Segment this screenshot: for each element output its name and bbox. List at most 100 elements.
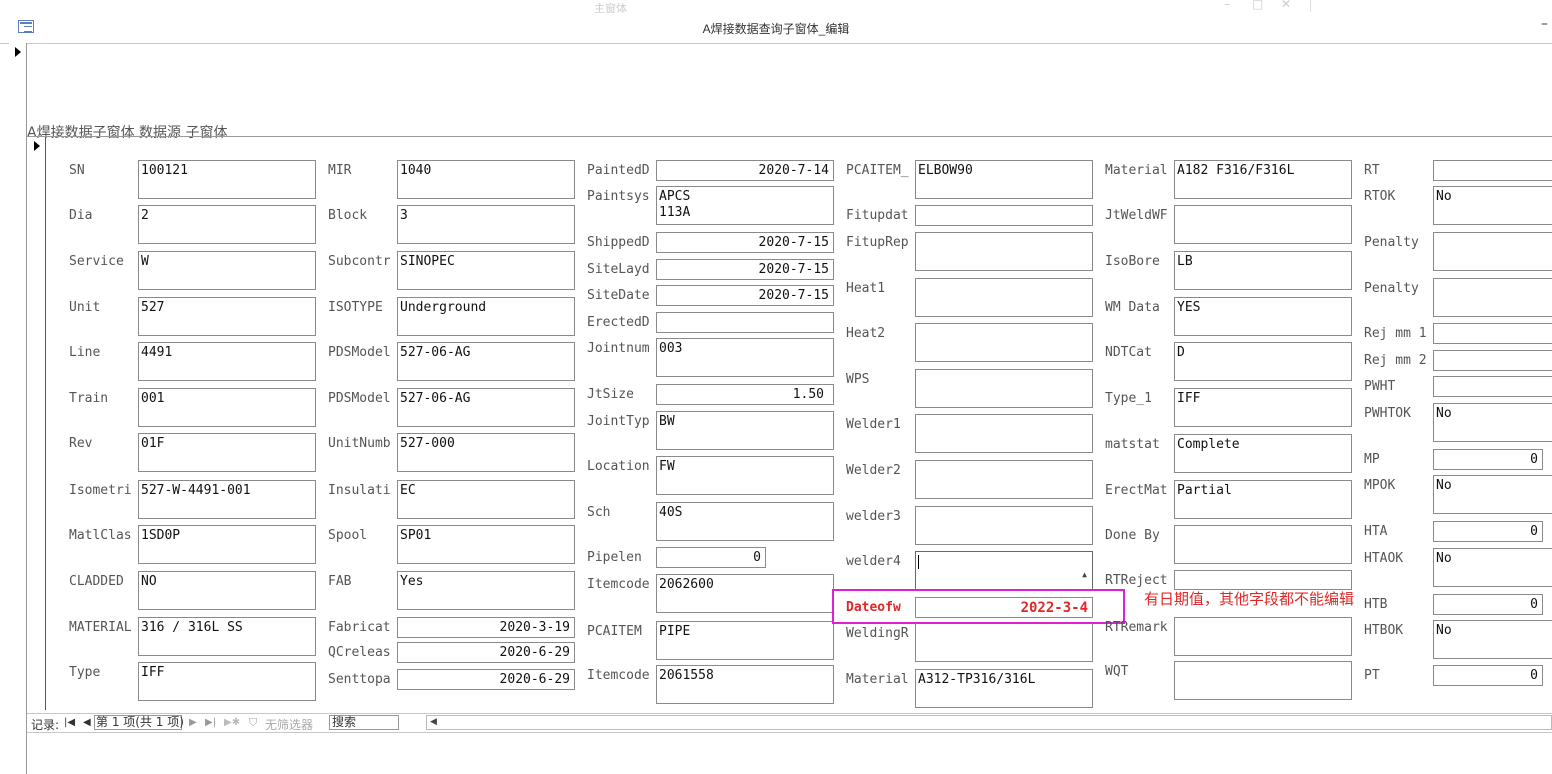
field-sitedate[interactable]: 2020-7-15 (656, 285, 834, 306)
background-close-icon[interactable]: ✕ (1281, 0, 1291, 11)
field-doneby[interactable] (1174, 525, 1352, 564)
field-welder2[interactable] (915, 460, 1093, 499)
subform-record-selector[interactable] (27, 137, 46, 710)
field-unit[interactable]: 527 (138, 297, 316, 336)
first-record-icon[interactable]: |◀ (64, 717, 75, 728)
horizontal-scrollbar[interactable]: ◀ (426, 715, 1552, 730)
field-train[interactable]: 001 (138, 388, 316, 427)
field-rtok[interactable]: No (1433, 186, 1552, 225)
field-fitupdat[interactable] (915, 205, 1093, 226)
last-record-icon[interactable]: ▶| (205, 717, 216, 728)
field-sch[interactable]: 40S (656, 502, 834, 541)
field-unitnumb[interactable]: 527-000 (397, 433, 575, 472)
field-pcaitem-1[interactable]: ELBOW90 (915, 160, 1093, 199)
record-position-input[interactable]: 第 1 项(共 1 项) (94, 715, 184, 730)
previous-record-icon[interactable]: ◀ (83, 717, 91, 728)
field-isometri[interactable]: 527-W-4491-001 (138, 480, 316, 519)
field-isobore[interactable]: LB (1174, 251, 1352, 290)
field-rejmm-2[interactable] (1433, 350, 1552, 371)
field-pwhtok[interactable]: No (1433, 403, 1552, 442)
field-htb[interactable]: 0 (1433, 594, 1543, 615)
field-subcontr[interactable]: SINOPEC (397, 251, 575, 290)
field-wqt[interactable] (1174, 661, 1352, 700)
field-material-3[interactable]: A182 F316/F316L (1174, 160, 1352, 199)
field-pcaitem-2[interactable]: PIPE (656, 621, 834, 660)
field-fituprep[interactable] (915, 232, 1093, 271)
field-location[interactable]: FW (656, 456, 834, 495)
main-record-selector[interactable] (9, 43, 27, 774)
field-dia[interactable]: 2 (138, 205, 316, 244)
field-material[interactable]: 316 / 316L SS (138, 617, 316, 656)
field-ndtcat[interactable]: D (1174, 342, 1352, 381)
filter-status[interactable]: 无筛选器 (265, 716, 313, 733)
field-rtremark[interactable] (1174, 617, 1352, 656)
field-rejmm-1[interactable] (1433, 323, 1552, 344)
scroll-left-icon[interactable]: ◀ (430, 716, 437, 729)
next-record-icon[interactable]: ▶ (189, 717, 197, 728)
field-pt[interactable]: 0 (1433, 665, 1543, 686)
field-penalty-1[interactable] (1433, 232, 1552, 271)
field-cladded[interactable]: NO (138, 571, 316, 610)
field-welder1[interactable] (915, 414, 1093, 453)
field-wmdata[interactable]: YES (1174, 297, 1352, 336)
field-service[interactable]: W (138, 251, 316, 290)
field-type1[interactable]: IFF (1174, 388, 1352, 427)
field-wps[interactable] (915, 369, 1093, 408)
field-erectedd[interactable] (656, 312, 834, 333)
label-pwhtok: PWHTOK (1364, 406, 1411, 421)
field-erectmat[interactable]: Partial (1174, 480, 1352, 519)
field-welder4[interactable]: ▲ ▼ (915, 551, 1093, 590)
field-type[interactable]: IFF (138, 662, 316, 701)
field-htbok[interactable]: No (1433, 620, 1552, 659)
field-paintedd[interactable]: 2020-7-14 (656, 160, 834, 181)
field-weldingr[interactable] (915, 623, 1093, 662)
field-qcreleas[interactable]: 2020-6-29 (397, 642, 575, 663)
field-spool[interactable]: SP01 (397, 525, 575, 564)
field-itemcode-2[interactable]: 2061558 (656, 665, 834, 704)
field-rtreject[interactable] (1174, 570, 1352, 590)
field-sn[interactable]: 100121 (138, 160, 316, 199)
field-jtsize[interactable]: 1.50 (656, 384, 834, 405)
welder4-scrollbar[interactable]: ▲ ▼ (1078, 553, 1091, 588)
field-pwht[interactable] (1433, 376, 1552, 397)
field-rev[interactable]: 01F (138, 433, 316, 472)
field-matlclas[interactable]: 1SD0P (138, 525, 316, 564)
field-fabricat[interactable]: 2020-3-19 (397, 617, 575, 638)
field-matstat[interactable]: Complete (1174, 434, 1352, 473)
background-maximize-icon[interactable]: □ (1252, 0, 1263, 11)
field-line[interactable]: 4491 (138, 342, 316, 381)
field-mp[interactable]: 0 (1433, 449, 1543, 470)
field-insulati[interactable]: EC (397, 480, 575, 519)
minimize-icon[interactable]: – (1541, 16, 1548, 32)
field-block[interactable]: 3 (397, 205, 575, 244)
field-paintsys[interactable]: APCS 113A (656, 186, 834, 225)
field-jtweldwf[interactable] (1174, 205, 1352, 244)
field-mpok[interactable]: No (1433, 475, 1552, 514)
background-minimize-icon[interactable]: – (1224, 0, 1230, 11)
field-mir[interactable]: 1040 (397, 160, 575, 199)
field-senttopa[interactable]: 2020-6-29 (397, 669, 575, 690)
field-isotype[interactable]: Underground (397, 297, 575, 336)
field-htaok[interactable]: No (1433, 548, 1552, 587)
field-sitelayd[interactable]: 2020-7-15 (656, 259, 834, 280)
field-pipelen[interactable]: 0 (656, 547, 766, 568)
filter-icon[interactable]: ⛉ (249, 716, 257, 730)
label-fitupdat: Fitupdat (846, 208, 909, 223)
field-itemcode-1[interactable]: 2062600 (656, 574, 834, 613)
field-heat2[interactable] (915, 323, 1093, 362)
field-welder3[interactable] (915, 506, 1093, 545)
field-rt[interactable] (1433, 160, 1552, 181)
search-input[interactable]: 搜索 (329, 715, 399, 730)
field-jointtyp[interactable]: BW (656, 411, 834, 450)
field-material-2[interactable]: A312-TP316/316L (915, 669, 1093, 708)
field-pdsmodel-1[interactable]: 527-06-AG (397, 342, 575, 381)
field-pdsmodel-2[interactable]: 527-06-AG (397, 388, 575, 427)
field-heat1[interactable] (915, 278, 1093, 317)
field-fab[interactable]: Yes (397, 571, 575, 610)
scroll-up-icon[interactable]: ▲ (1078, 569, 1091, 581)
new-record-icon[interactable]: ▶✱ (224, 717, 240, 728)
field-jointnum[interactable]: 003 (656, 338, 834, 377)
field-penalty-2[interactable] (1433, 278, 1552, 317)
field-shippedd[interactable]: 2020-7-15 (656, 232, 834, 253)
field-hta[interactable]: 0 (1433, 521, 1543, 542)
